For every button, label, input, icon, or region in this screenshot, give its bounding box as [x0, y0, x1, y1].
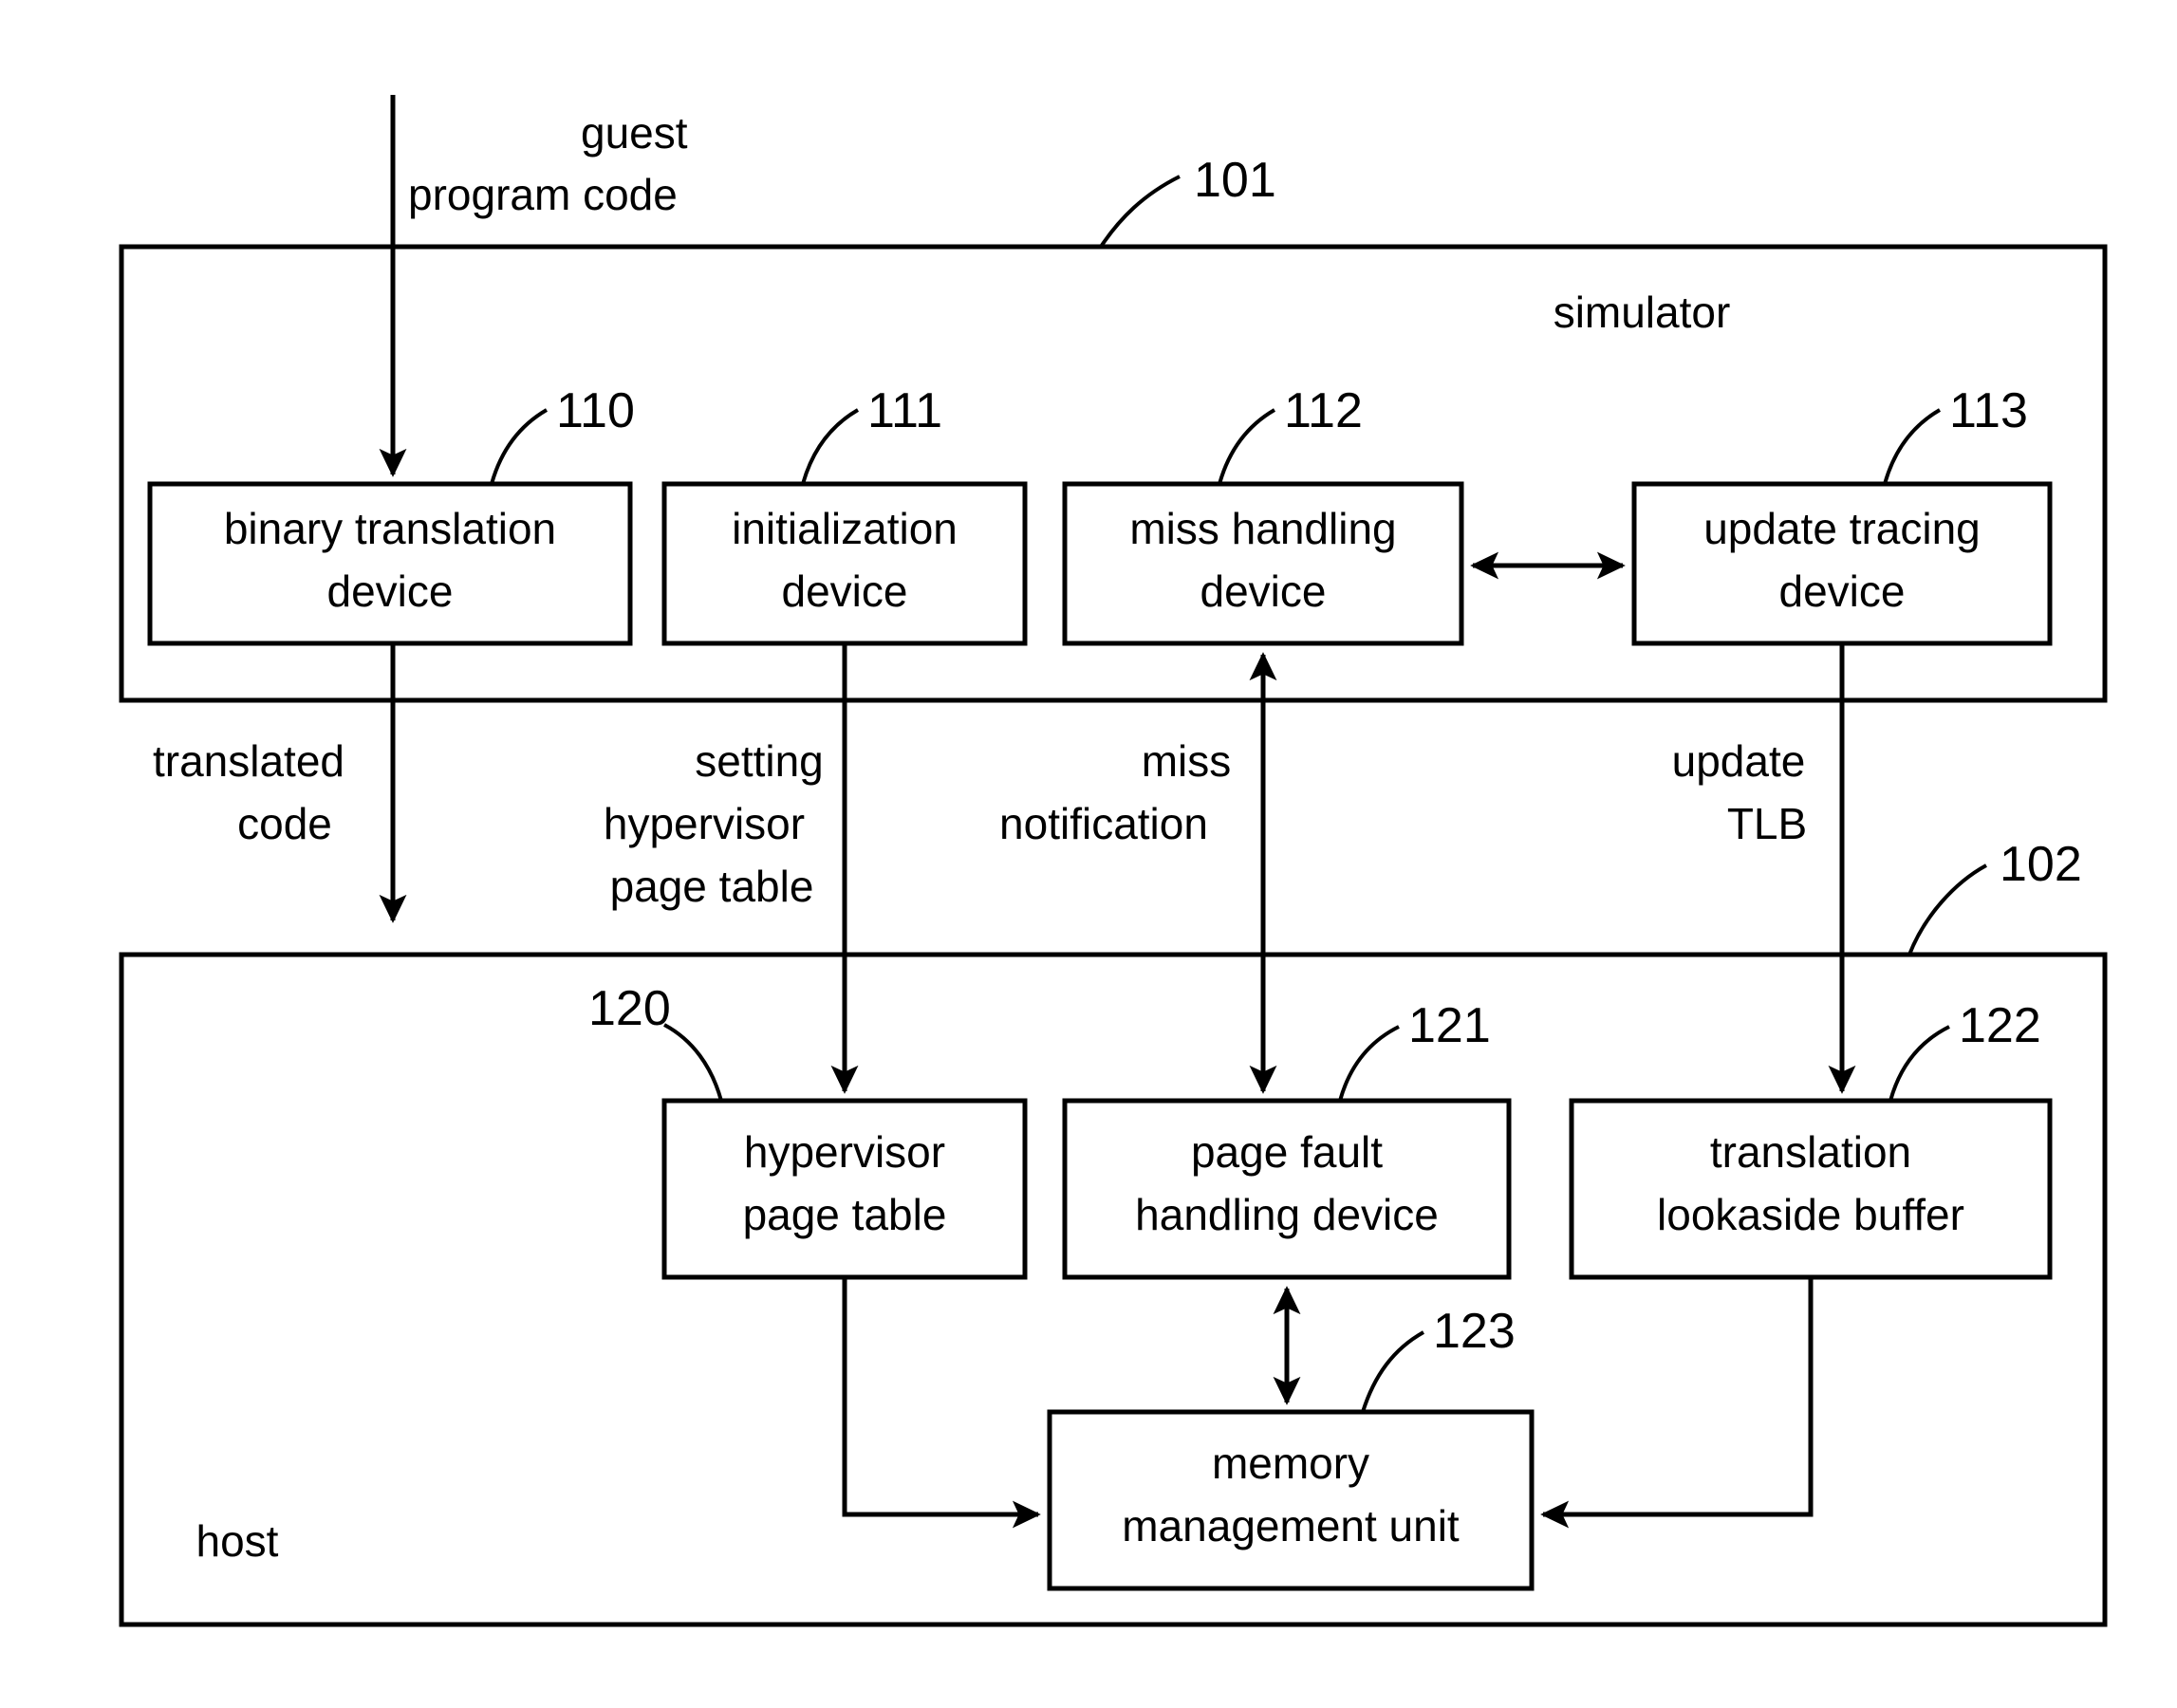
block-initialization-device-line1: initialization	[732, 504, 958, 553]
flow-miss-notification-line1: miss	[1142, 736, 1232, 786]
block-miss-handling-device-line1: miss handling	[1129, 504, 1396, 553]
block-update-tracing-device-line2: device	[1779, 566, 1906, 616]
leader-112	[1218, 408, 1276, 485]
ref-101: 101	[1194, 153, 1276, 208]
host-frame-label: host	[196, 1516, 279, 1566]
block-translation-lookaside-buffer-line2: lookaside buffer	[1657, 1190, 1964, 1239]
block-page-fault-handling-device-line1: page fault	[1191, 1127, 1383, 1177]
block-binary-translation-device-line2: device	[327, 566, 454, 616]
leader-111	[801, 408, 860, 485]
flow-translated-code-line2: code	[237, 799, 332, 848]
flow-translated-code-line1: translated	[153, 736, 344, 786]
leader-121	[1338, 1025, 1400, 1102]
ref-123: 123	[1433, 1304, 1516, 1359]
ref-113: 113	[1949, 383, 2028, 438]
ref-122: 122	[1959, 998, 2041, 1053]
simulator-frame-label: simulator	[1554, 288, 1731, 337]
ref-110: 110	[556, 383, 635, 438]
flow-setting-hpt-line1: setting	[695, 736, 824, 786]
flow-setting-hpt-line2: hypervisor	[604, 799, 805, 848]
flow-miss-notification-line2: notification	[999, 799, 1208, 848]
arrow-hypervisor-page-table-to-mmu	[842, 1277, 1041, 1529]
block-hypervisor-page-table-line1: hypervisor	[744, 1127, 945, 1177]
block-memory-management-unit-line2: management unit	[1122, 1501, 1460, 1550]
leader-113	[1883, 408, 1942, 485]
leader-120	[663, 1023, 723, 1102]
ref-102: 102	[2000, 837, 2082, 892]
figure-canvas: simulator host 101 102 guest program cod…	[0, 0, 2177, 1708]
leader-102	[1907, 863, 1987, 956]
ref-111: 111	[867, 383, 942, 438]
block-translation-lookaside-buffer-line1: translation	[1710, 1127, 1911, 1177]
ref-121: 121	[1408, 998, 1491, 1053]
block-binary-translation-device-line1: binary translation	[224, 504, 556, 553]
block-miss-handling-device-line2: device	[1200, 566, 1327, 616]
block-initialization-device-line2: device	[782, 566, 908, 616]
leader-122	[1889, 1025, 1950, 1102]
flow-update-tlb-line1: update	[1672, 736, 1806, 786]
block-hypervisor-page-table-line2: page table	[743, 1190, 947, 1239]
block-page-fault-handling-device-line2: handling device	[1135, 1190, 1439, 1239]
leader-110	[490, 408, 549, 485]
block-diagram: simulator host 101 102 guest program cod…	[119, 95, 2108, 1627]
flow-setting-hpt-line3: page table	[610, 862, 814, 911]
flow-update-tlb-line2: TLB	[1727, 799, 1807, 848]
leader-123	[1361, 1330, 1424, 1413]
leader-101	[1099, 175, 1181, 249]
arrow-tlb-to-mmu	[1540, 1277, 1814, 1529]
ref-120: 120	[588, 981, 671, 1036]
block-memory-management-unit-line1: memory	[1212, 1439, 1369, 1488]
input-label-line2: program code	[408, 170, 678, 219]
input-label-line1: guest	[581, 108, 688, 158]
block-update-tracing-device-line1: update tracing	[1703, 504, 1981, 553]
ref-112: 112	[1284, 383, 1363, 438]
